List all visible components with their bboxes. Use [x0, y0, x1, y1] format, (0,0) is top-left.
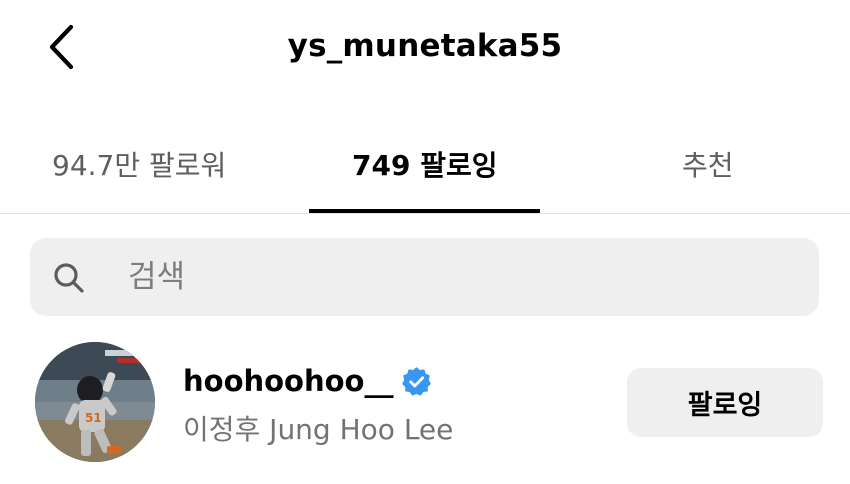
baseball-player-photo: 51	[35, 342, 155, 462]
tab-following[interactable]: 749 팔로잉	[352, 144, 497, 184]
following-button[interactable]: 팔로잉	[627, 368, 823, 437]
list-item[interactable]: 51 hoohoohoo__ 이정후 Jung Hoo Lee 팔로잉	[0, 336, 850, 466]
verified-badge-icon	[402, 366, 432, 396]
avatar[interactable]: 51	[35, 342, 155, 462]
header-bar: ys_munetaka55	[0, 0, 850, 100]
search-box[interactable]	[30, 238, 819, 316]
search-icon	[54, 263, 84, 293]
active-tab-indicator	[309, 209, 540, 213]
tab-bar: 94.7만 팔로워 749 팔로잉 추천	[0, 130, 850, 214]
page-title: ys_munetaka55	[287, 28, 563, 64]
username-line[interactable]: hoohoohoo__	[183, 364, 432, 398]
tab-followers[interactable]: 94.7만 팔로워	[52, 144, 226, 184]
tab-suggested[interactable]: 추천	[682, 144, 734, 184]
username: hoohoohoo__	[183, 364, 394, 398]
full-name: 이정후 Jung Hoo Lee	[183, 413, 454, 446]
search-input[interactable]	[98, 238, 788, 316]
svg-text:51: 51	[85, 411, 102, 425]
